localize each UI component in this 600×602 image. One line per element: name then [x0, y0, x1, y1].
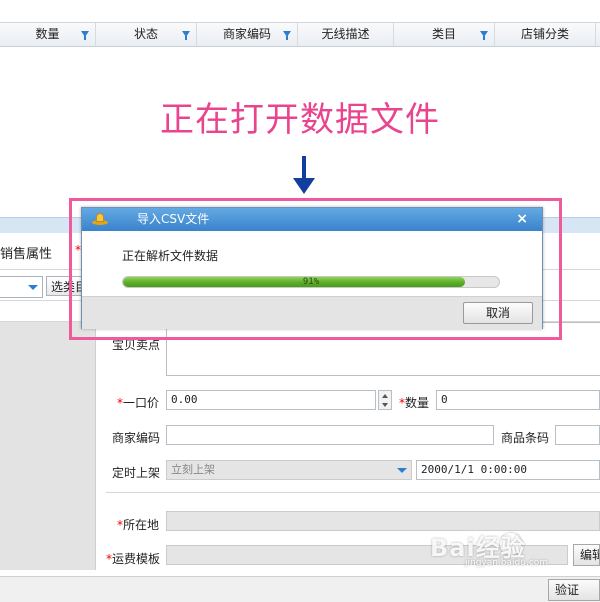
watermark-url: jingyan.baidu.com: [465, 558, 549, 568]
left-panel: [0, 322, 96, 570]
top-strip: [0, 0, 600, 22]
barcode-input[interactable]: [555, 425, 600, 445]
tab-sales-attributes[interactable]: 销售属性: [0, 243, 52, 262]
dialog-title: 导入CSV文件: [137, 212, 210, 226]
column-header-category[interactable]: 类目: [394, 23, 495, 46]
stepper-down-icon[interactable]: [382, 403, 388, 407]
chevron-down-icon: [28, 285, 38, 290]
divider: [106, 492, 600, 493]
location-field: [166, 511, 600, 531]
column-header-merchant-code[interactable]: 商家编码: [197, 23, 298, 46]
column-header-shop-category[interactable]: 店铺分类: [495, 23, 596, 46]
quantity-input[interactable]: 0: [436, 390, 600, 410]
close-icon[interactable]: ×: [516, 208, 528, 231]
filter-icon[interactable]: [81, 31, 89, 40]
category-select[interactable]: [0, 276, 43, 298]
quantity-label-text: 数量: [405, 396, 430, 410]
merchant-code-input[interactable]: [166, 425, 494, 445]
chevron-down-icon: [397, 468, 407, 473]
listing-option-select[interactable]: 立刻上架: [166, 460, 412, 480]
progress-bar: 91%: [122, 276, 500, 288]
status-text: 正在解析文件数据: [122, 249, 219, 263]
price-label: *一口价: [117, 394, 159, 411]
edit-button[interactable]: 编辑: [573, 544, 600, 566]
filter-icon[interactable]: [182, 31, 190, 40]
shipping-template-label: *运费模板: [106, 550, 160, 567]
import-csv-dialog: 导入CSV文件 × 正在解析文件数据 91% 取消: [81, 207, 543, 329]
dialog-footer: 取消: [82, 296, 542, 329]
merchant-code-label: 商家编码: [112, 431, 161, 445]
arrow-down-icon-head: [293, 178, 315, 194]
annotation-text: 正在打开数据文件: [160, 100, 440, 140]
stepper-up-icon[interactable]: [382, 394, 388, 398]
price-input[interactable]: 0.00: [166, 390, 376, 410]
column-label: 无线描述: [321, 27, 370, 41]
listing-option-value: 立刻上架: [171, 463, 215, 476]
location-label-text: 所在地: [123, 518, 160, 532]
column-label: 数量: [35, 27, 60, 41]
dialog-body: 正在解析文件数据 91%: [82, 231, 542, 296]
shipping-template-label-text: 运费模板: [112, 552, 161, 566]
location-label: *所在地: [117, 516, 159, 533]
quantity-label: *数量: [399, 394, 429, 411]
price-stepper[interactable]: [378, 390, 392, 410]
cancel-button[interactable]: 取消: [463, 302, 533, 324]
column-header-quantity[interactable]: 数量: [0, 23, 96, 46]
column-header-status[interactable]: 状态: [96, 23, 197, 46]
verify-button[interactable]: 验证: [548, 579, 600, 601]
column-label: 类目: [431, 27, 456, 41]
bottom-bar: 验证: [0, 576, 600, 602]
listing-time-input[interactable]: 2000/1/1 0:00:00: [416, 460, 600, 480]
grid-header: 数量 状态 商家编码 无线描述 类目 店铺分类: [0, 22, 600, 47]
progress-text: 91%: [302, 277, 320, 287]
dialog-title-bar[interactable]: 导入CSV文件 ×: [82, 208, 542, 231]
price-label-text: 一口价: [123, 396, 160, 410]
barcode-label: 商品条码: [501, 431, 550, 445]
column-label: 商家编码: [222, 27, 271, 41]
hat-icon: [92, 212, 108, 226]
column-header-mobile-desc[interactable]: 无线描述: [298, 23, 394, 46]
column-label: 状态: [133, 27, 158, 41]
filter-icon[interactable]: [480, 31, 488, 40]
column-label: 店铺分类: [520, 27, 569, 41]
filter-icon[interactable]: [283, 31, 291, 40]
scheduled-listing-label: 定时上架: [112, 466, 161, 480]
hat-icon-crown: [96, 213, 104, 222]
